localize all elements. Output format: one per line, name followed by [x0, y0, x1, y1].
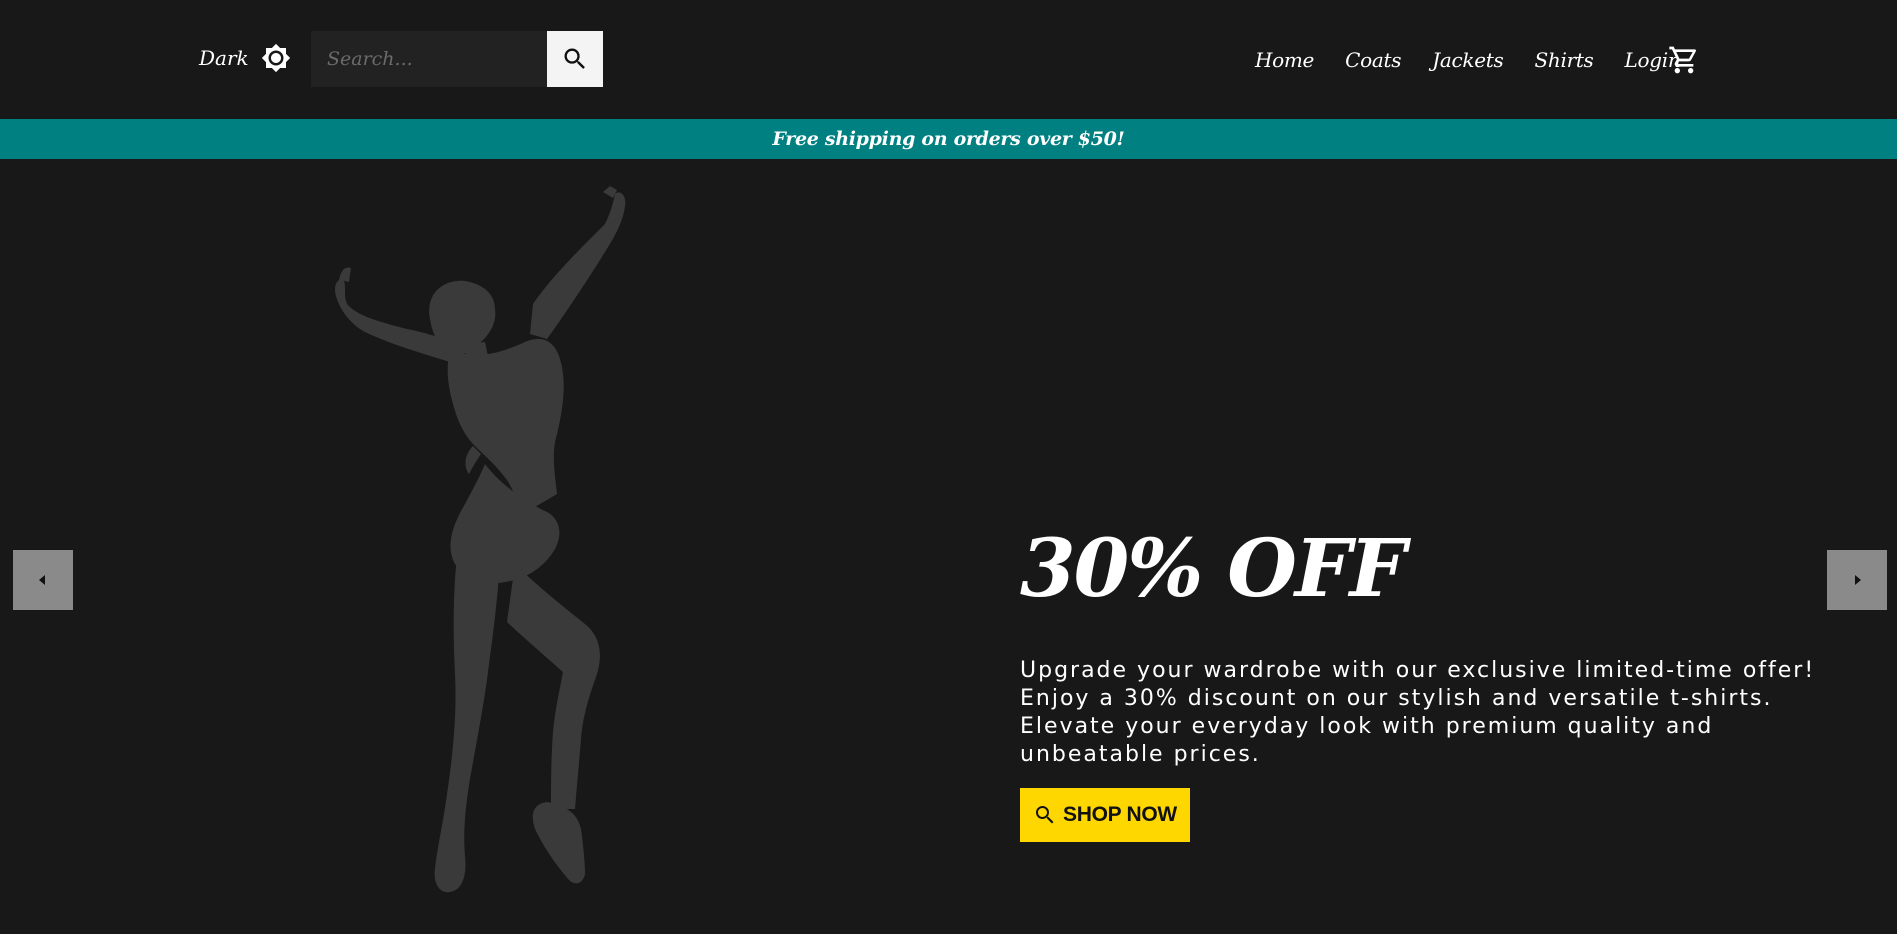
arrow-left-icon	[39, 575, 45, 585]
main-nav: Home Coats Jackets Shirts Login	[1255, 40, 1711, 80]
hero-description: Upgrade your wardrobe with our exclusive…	[1020, 658, 1816, 767]
arrow-right-icon	[1855, 575, 1861, 585]
hero-carousel: 30% OFF Upgrade your wardrobe with our e…	[0, 159, 1897, 934]
brightness-icon[interactable]	[261, 43, 291, 73]
dancer-silhouette-image	[335, 186, 626, 893]
promo-bar: Free shipping on orders over $50!	[0, 119, 1897, 159]
site-header: Dark Home Coats Jackets Shirts Login	[0, 0, 1897, 119]
promo-text: Free shipping on orders over $50!	[772, 128, 1125, 150]
nav-link-home[interactable]: Home	[1255, 48, 1314, 72]
hero-title: 30% OFF	[1020, 520, 1406, 615]
search-icon	[1036, 806, 1054, 824]
cart-icon[interactable]	[1668, 44, 1700, 76]
shop-now-label: SHOP NOW	[1063, 803, 1177, 826]
shop-now-button[interactable]: SHOP NOW	[1020, 788, 1190, 842]
theme-toggle-label: Dark	[199, 46, 249, 70]
nav-link-jackets[interactable]: Jackets	[1432, 48, 1504, 72]
theme-toggle[interactable]: Dark	[199, 40, 291, 76]
nav-link-coats[interactable]: Coats	[1345, 48, 1401, 72]
search-input[interactable]	[311, 31, 548, 87]
search-icon	[564, 48, 585, 69]
nav-link-shirts[interactable]: Shirts	[1534, 48, 1593, 72]
carousel-next-button[interactable]	[1827, 550, 1887, 610]
search-button[interactable]	[547, 31, 603, 87]
carousel-prev-button[interactable]	[13, 550, 73, 610]
